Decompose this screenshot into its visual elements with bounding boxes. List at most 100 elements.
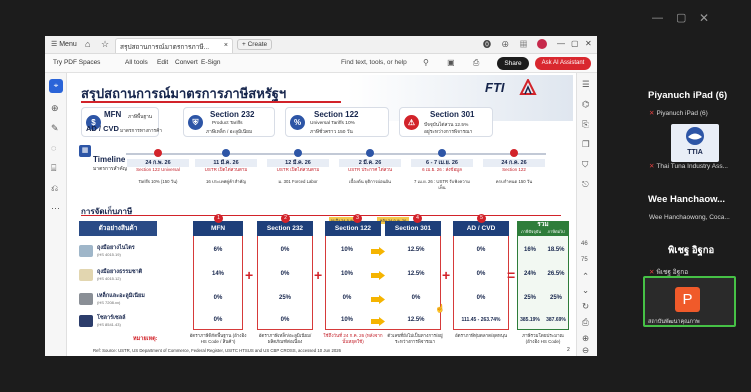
account-avatar-icon[interactable] <box>537 39 547 49</box>
card-heading: MFN <box>104 110 122 119</box>
scroll-up-icon[interactable]: ⌃ <box>582 271 589 282</box>
minimize-icon[interactable]: — <box>652 12 663 24</box>
tab-close-icon[interactable]: × <box>224 42 228 49</box>
cursor-tool-icon[interactable]: ⌖ <box>49 79 63 93</box>
export-icon[interactable]: ⎘ <box>582 119 589 130</box>
participant-tile-label: สถาบันพัฒนาคุณภาพ <box>648 319 700 325</box>
stamp-tool-icon[interactable]: ⎌ <box>51 183 58 194</box>
zoom-in-icon[interactable]: ⊕ <box>582 333 589 344</box>
cell-mfn: 14% <box>211 271 224 277</box>
esign-button[interactable]: E-Sign <box>201 59 221 66</box>
participant-tile-ttia[interactable]: TTIA <box>671 124 719 162</box>
document-tab[interactable]: สรุปสถานการณ์มาตรการภาษี... × <box>115 38 233 53</box>
maximize-icon[interactable]: ▢ <box>676 12 686 24</box>
card-sub-adcvd: มาตรการทางการค้า <box>120 129 162 134</box>
edit-button[interactable]: Edit <box>157 59 168 66</box>
cell-s122: 10% <box>340 247 353 253</box>
zoom-tool-icon[interactable]: ⊕ <box>51 103 59 114</box>
card-section-122: % Section 122 Universal Tariffs 10% ภาษี… <box>285 107 389 137</box>
acrobat-close-icon[interactable]: ✕ <box>585 39 592 48</box>
note-s301: ตัวเลขที่ยังไม่เป็นทางการ/อยู่ระหว่างการ… <box>387 333 443 344</box>
note-total: ภาษีรวมโดยประมาณ (อ้างอิง HS Code) <box>522 333 564 344</box>
page-number-field[interactable]: 46 <box>581 241 588 247</box>
scroll-down-icon[interactable]: ⌄ <box>582 285 589 296</box>
total-label: รวม <box>537 221 549 228</box>
comment-icon[interactable]: ⌬ <box>582 99 589 110</box>
cell-s232: 25% <box>278 295 291 301</box>
note-label: หมายเหตุ: <box>133 336 158 342</box>
ai-assistant-button[interactable]: Ask AI Assistant <box>535 57 591 70</box>
solar-panel-icon <box>79 315 93 327</box>
zoom-out-icon[interactable]: ⊖ <box>582 345 589 356</box>
cell-total-next: 18.5% <box>547 247 565 253</box>
cell-adcvd: 0% <box>476 295 486 301</box>
acrobat-minimize-icon[interactable]: — <box>557 39 565 48</box>
event-title: USTR ประกาศ ไต่สวน <box>347 167 393 172</box>
card-heading: Section 301 <box>430 110 475 119</box>
pages-icon[interactable]: ❐ <box>582 139 590 150</box>
table-row: ถุงมือยางไนไตร (HS 4015.19) <box>79 241 157 263</box>
table-row: เหล็กและอะลูมิเนียม (HS 7208.xx) <box>79 289 157 311</box>
menu-button[interactable]: ☰ Menu <box>51 40 77 48</box>
timeline-dot <box>154 149 162 157</box>
percent-icon: % <box>290 115 305 130</box>
cell-mfn: 0% <box>213 317 223 323</box>
measure-cards: $ MFN ภาษีพื้นฐาน AD / CVD มาตรการทางการ… <box>81 107 493 137</box>
hand-cursor-icon: ☝ <box>435 304 445 313</box>
convert-button[interactable]: Convert <box>175 59 198 66</box>
search-field[interactable]: Find text, tools, or help <box>341 59 407 66</box>
event-title: Section 122 Universal <box>136 167 180 172</box>
right-tool-rail: ☰ ⌬ ⎘ ❐ ⛉ ⎋ 46 75 ⌃ ⌄ ↻ ⎙ ⊕ ⊖ <box>576 73 597 356</box>
share-button[interactable]: Share <box>497 57 529 70</box>
pdf-spaces-button[interactable]: Try PDF Spaces <box>53 59 100 66</box>
document-icon[interactable]: ⎙ <box>582 317 589 328</box>
note-s122: ใช้ถึงวันที่ 24 ก.ค. 26 (หลังจากนั้นหยุด… <box>323 333 383 344</box>
plus-sign: + <box>314 267 323 283</box>
section-underline <box>81 215 561 216</box>
cell-s232: 0% <box>280 317 290 323</box>
rotate-icon[interactable]: ↻ <box>582 301 589 312</box>
attach-icon[interactable]: ⎋ <box>582 179 589 190</box>
event-desc: ม. 301 Forced Labor <box>278 179 318 184</box>
badge-5: 5 <box>477 214 486 223</box>
title-underline <box>81 101 341 103</box>
timeline-dot <box>438 149 446 157</box>
col-header-s232: Section 232 <box>257 221 313 236</box>
arrow-right-icon <box>371 295 385 304</box>
lasso-tool-icon[interactable]: ◌ <box>51 143 56 153</box>
timeline-dot <box>294 149 302 157</box>
cell-total-current: 16% <box>523 247 536 253</box>
card-sub: Product Tariffs <box>212 121 243 126</box>
row-code: (HS 4015.19) <box>97 252 121 257</box>
page-count: 75 <box>581 257 588 263</box>
col-header-s122: Section 122 <box>325 221 381 236</box>
participant-name: พิเชฐ อิฐกอ <box>668 245 715 256</box>
card-sub: ภาษีเหล็ก / อะลูมิเนียม <box>206 130 253 135</box>
warning-icon: ⚠ <box>404 115 419 130</box>
mic-off-icon: ✕ <box>649 110 655 117</box>
row-code: (HS 8541.43) <box>97 322 121 327</box>
text-tool-icon[interactable]: ⌸ <box>51 163 56 174</box>
more-tools-icon[interactable]: ⋯ <box>51 203 60 214</box>
participant-tile-active[interactable]: P สถาบันพัฒนาคุณภาพ <box>643 276 736 327</box>
pen-tool-icon[interactable]: ✎ <box>51 123 59 134</box>
all-tools-button[interactable]: All tools <box>125 59 148 66</box>
table-row: โซลาร์เซลล์ (HS 8541.43) <box>79 311 157 333</box>
card-sub: อยู่ระหว่างการพิจารณา <box>424 130 473 135</box>
bookmark-icon[interactable]: ⛉ <box>582 159 588 170</box>
glove-icon <box>79 245 93 257</box>
row-name: เหล็กและอะลูมิเนียม <box>97 293 145 299</box>
create-button[interactable]: + Create <box>237 39 273 50</box>
timeline-dot <box>366 149 374 157</box>
top-icons[interactable]: ⓿ ⊕ ▦ <box>483 39 531 50</box>
glove-icon <box>79 269 93 281</box>
col-header-product: ตัวอย่างสินค้า <box>79 221 157 236</box>
panel-icon[interactable]: ☰ <box>582 79 590 90</box>
acrobat-toolbar: Try PDF Spaces All tools Edit Convert E-… <box>45 54 597 73</box>
acrobat-maximize-icon[interactable]: ▢ <box>571 39 579 48</box>
note-mfn: อัตราภาษีพิกัดพื้นฐาน (อ้างอิง HS Code /… <box>189 333 247 344</box>
star-icon[interactable]: ☆ <box>101 39 109 50</box>
cell-s301: 0% <box>411 295 421 301</box>
home-icon[interactable]: ⌂ <box>85 39 90 49</box>
close-icon[interactable]: ✕ <box>699 12 709 24</box>
